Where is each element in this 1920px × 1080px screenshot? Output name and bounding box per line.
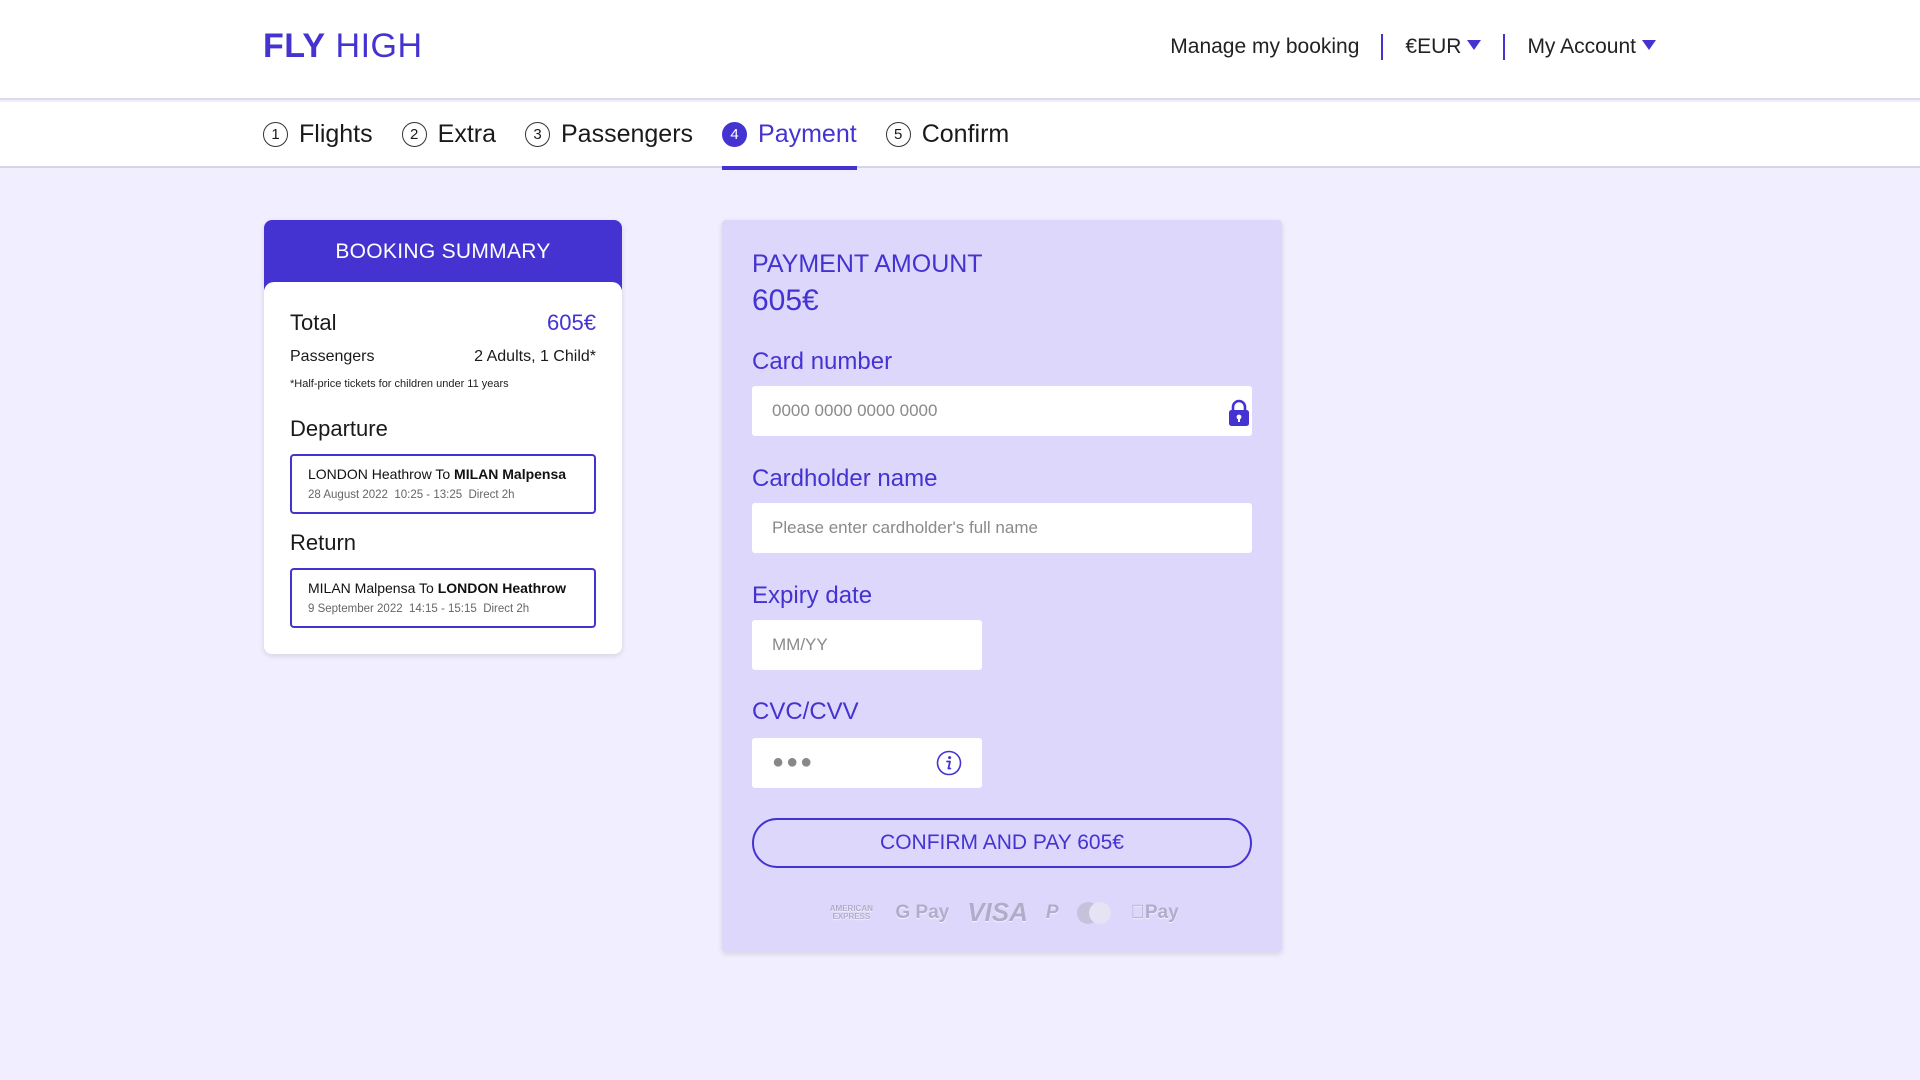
confirm-and-pay-button[interactable]: CONFIRM AND PAY 605€: [752, 818, 1252, 868]
cardholder-name-input[interactable]: [752, 503, 1252, 553]
route-destination: LONDON Heathrow: [437, 580, 567, 596]
expiry-date-label: Expiry date: [752, 582, 873, 609]
total-value: 605€: [547, 310, 596, 335]
step-payment[interactable]: 4 Payment: [722, 102, 857, 170]
child-price-note: *Half-price tickets for children under 1…: [290, 378, 509, 390]
cardholder-name-label: Cardholder name: [752, 465, 938, 492]
paypal-logo-icon: P: [1045, 901, 1059, 923]
currency-dropdown[interactable]: €EUR: [1405, 35, 1482, 59]
payment-amount-value: 605€: [752, 284, 819, 317]
step-number: 3: [525, 121, 550, 147]
header-links: Manage my booking €EUR My Account: [1170, 30, 1656, 64]
currency-label: €EUR: [1405, 35, 1462, 58]
amex-logo-icon: AMERICAN EXPRESS: [829, 903, 873, 921]
flight-date: 9 September 2022: [308, 603, 403, 615]
mastercard-logo-icon: [1076, 901, 1113, 924]
route-to-word: To: [419, 580, 434, 596]
return-details: 9 September 2022 14:15 - 15:15 Direct 2h: [308, 603, 578, 615]
departure-flight-card[interactable]: LONDON Heathrow To MILAN Malpensa 28 Aug…: [290, 454, 596, 514]
return-route: MILAN Malpensa To LONDON Heathrow: [308, 580, 578, 596]
route-origin: LONDON Heathrow: [308, 466, 432, 482]
flight-time: 14:15 - 15:15: [409, 603, 477, 615]
apple-pay-text: Pay: [1137, 901, 1179, 923]
payment-card: PAYMENT AMOUNT 605€ Card number Cardhold…: [722, 220, 1282, 952]
flight-date: 28 August 2022: [308, 489, 388, 501]
step-label: Confirm: [921, 119, 1010, 148]
accepted-payment-methods: AMERICAN EXPRESS G Pay VISA P Pay: [722, 897, 1282, 928]
step-number: 5: [885, 121, 911, 147]
step-label: Passengers: [561, 119, 694, 148]
logo-text: HIGH: [335, 27, 423, 65]
manage-booking-link[interactable]: Manage my booking: [1170, 35, 1359, 59]
step-number: 4: [722, 121, 748, 147]
step-extra[interactable]: 2 Extra: [401, 102, 496, 168]
route-destination: MILAN Malpensa: [454, 466, 567, 482]
departure-route: LONDON Heathrow To MILAN Malpensa: [308, 466, 578, 482]
total-label: Total: [290, 310, 337, 335]
booking-summary-card: BOOKING SUMMARY Total 605€ Passengers 2 …: [264, 220, 622, 654]
card-number-input[interactable]: [752, 386, 1252, 436]
header-divider: [1503, 34, 1506, 60]
google-pay-logo-icon: G Pay: [895, 901, 950, 923]
departure-title: Departure: [290, 416, 388, 441]
booking-summary-title: BOOKING SUMMARY: [264, 220, 622, 290]
top-navigation-bar: FLY HIGH Manage my booking €EUR My Accou…: [0, 0, 1920, 100]
booking-summary-body: Total 605€ Passengers 2 Adults, 1 Child*…: [264, 282, 622, 654]
step-flights[interactable]: 1 Flights: [263, 102, 373, 168]
return-title: Return: [290, 530, 357, 555]
departure-details: 28 August 2022 10:25 - 13:25 Direct 2h: [308, 489, 578, 501]
caret-down-icon: [1642, 40, 1656, 51]
step-label: Flights: [299, 119, 373, 148]
flight-type: Direct 2h: [483, 603, 530, 615]
expiry-date-input[interactable]: [752, 620, 982, 670]
route-origin: MILAN Malpensa: [308, 580, 416, 596]
header-divider: [1381, 34, 1384, 60]
step-passengers[interactable]: 3 Passengers: [525, 102, 693, 168]
passengers-value: 2 Adults, 1 Child*: [474, 348, 596, 365]
step-number: 1: [263, 121, 288, 147]
logo-bold-text: FLY: [263, 27, 326, 65]
step-label: Payment: [758, 119, 857, 148]
step-confirm[interactable]: 5 Confirm: [885, 102, 1010, 168]
booking-steps-bar: 1 Flights 2 Extra 3 Passengers 4 Payment…: [0, 102, 1920, 170]
return-flight-card[interactable]: MILAN Malpensa To LONDON Heathrow 9 Sept…: [290, 568, 596, 628]
flight-time: 10:25 - 13:25: [394, 489, 463, 501]
apple-pay-logo-icon: Pay: [1131, 902, 1179, 924]
flight-type: Direct 2h: [468, 489, 515, 501]
lock-icon: [1229, 399, 1249, 426]
card-number-label: Card number: [752, 348, 893, 375]
cvc-label: CVC/CVV: [752, 698, 859, 725]
visa-logo-icon: VISA: [967, 897, 1028, 927]
caret-down-icon: [1467, 40, 1482, 51]
passengers-label: Passengers: [290, 348, 375, 365]
step-label: Extra: [437, 119, 496, 148]
brand-logo[interactable]: FLY HIGH: [263, 27, 423, 66]
route-to-word: To: [435, 466, 451, 482]
step-number: 2: [401, 121, 427, 147]
payment-amount-label: PAYMENT AMOUNT: [752, 250, 983, 278]
account-label: My Account: [1527, 35, 1636, 58]
info-icon[interactable]: [936, 750, 962, 776]
account-dropdown[interactable]: My Account: [1527, 35, 1656, 59]
